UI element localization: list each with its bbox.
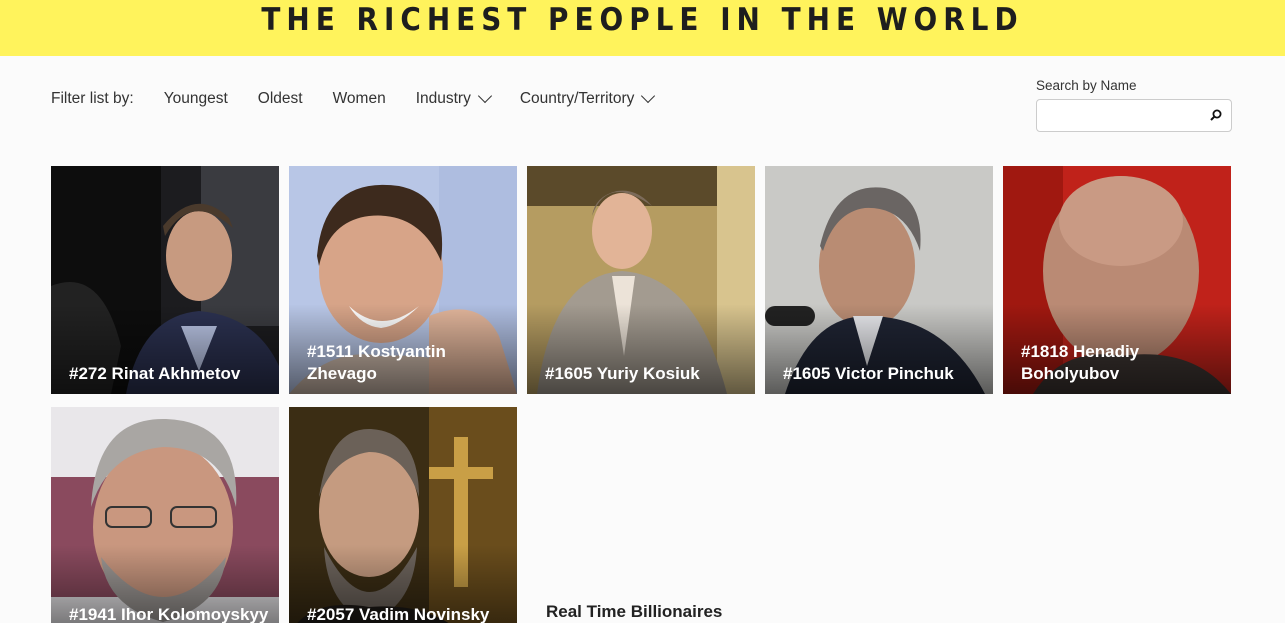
filter-youngest[interactable]: Youngest <box>164 90 228 108</box>
filter-industry-dropdown[interactable]: Industry <box>416 88 492 108</box>
person-name: #1818 Henadiy Boholyubov <box>1021 342 1140 383</box>
person-card[interactable]: #2057 Vadim Novinsky <box>289 407 517 623</box>
person-card[interactable]: #1511 Kostyantin Zhevago <box>289 166 517 394</box>
filter-oldest[interactable]: Oldest <box>258 90 303 108</box>
search-box <box>1036 99 1232 132</box>
page-title: THE RICHEST PEOPLE IN THE WORLD <box>261 2 1024 38</box>
chevron-down-icon <box>477 88 492 104</box>
person-card[interactable]: #1605 Yuriy Kosiuk <box>527 166 755 394</box>
filter-women[interactable]: Women <box>333 90 386 108</box>
chevron-down-icon <box>641 88 656 104</box>
filter-label: Filter list by: <box>51 90 134 107</box>
person-name: #1605 Victor Pinchuk <box>783 364 954 383</box>
person-card[interactable]: #1605 Victor Pinchuk <box>765 166 993 394</box>
search-icon[interactable] <box>1210 109 1222 121</box>
person-card[interactable]: #1818 Henadiy Boholyubov <box>1003 166 1231 394</box>
person-name: #2057 Vadim Novinsky <box>307 605 490 623</box>
person-name: #272 Rinat Akhmetov <box>69 364 241 383</box>
filter-bar: Filter list by: Youngest Oldest Women In… <box>51 86 683 112</box>
person-name: #1605 Yuriy Kosiuk <box>545 364 700 383</box>
person-name: #1941 Ihor Kolomoyskyy <box>69 605 269 623</box>
person-card[interactable]: #272 Rinat Akhmetov <box>51 166 279 394</box>
search-label: Search by Name <box>1036 78 1137 93</box>
page-banner: THE RICHEST PEOPLE IN THE WORLD <box>0 0 1285 56</box>
filter-country-dropdown[interactable]: Country/Territory <box>520 88 656 108</box>
section-title: Real Time Billionaires <box>546 602 723 621</box>
person-name: #1511 Kostyantin Zhevago <box>307 342 446 383</box>
search-by-name: Search by Name <box>1036 78 1232 132</box>
person-card[interactable]: #1941 Ihor Kolomoyskyy <box>51 407 279 623</box>
search-input[interactable] <box>1037 100 1197 131</box>
